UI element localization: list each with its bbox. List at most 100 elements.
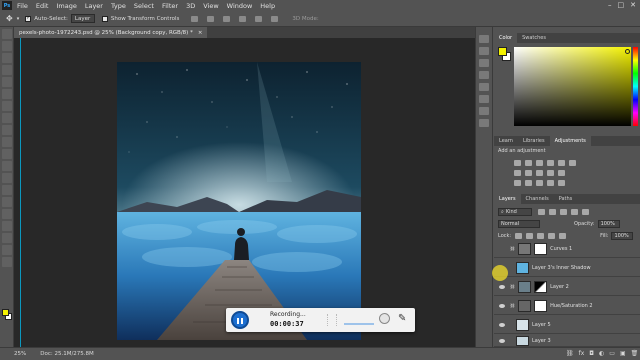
document-tab[interactable]: pexels-photo-1972243.psd @ 25% (Backgrou… xyxy=(14,27,208,38)
visibility-eye-icon[interactable] xyxy=(499,338,505,343)
layer-filter-dropdown[interactable]: ⌕ Kind xyxy=(498,208,532,216)
hue-slider[interactable] xyxy=(633,47,638,126)
menu-file[interactable]: File xyxy=(13,2,32,10)
marquee-tool-icon[interactable] xyxy=(2,41,12,51)
eyedropper-tool-icon[interactable] xyxy=(2,89,12,99)
layer-style-icon[interactable]: fx xyxy=(579,350,585,357)
align-right-icon[interactable] xyxy=(271,15,279,22)
align-bottom-icon[interactable] xyxy=(223,15,231,22)
layer-row-layer-5[interactable]: Layer 5 xyxy=(494,316,640,334)
menu-view[interactable]: View xyxy=(199,2,222,10)
align-left-icon[interactable] xyxy=(239,15,247,22)
lock-all-icon[interactable] xyxy=(559,233,567,239)
move-tool-icon[interactable] xyxy=(2,29,12,39)
brightness-contrast-icon[interactable] xyxy=(514,160,521,166)
color-balance-icon[interactable] xyxy=(514,170,521,176)
color-picker-cursor[interactable] xyxy=(625,49,630,54)
lasso-tool-icon[interactable] xyxy=(2,53,12,63)
type-tool-icon[interactable] xyxy=(2,209,12,219)
brush-settings-icon[interactable] xyxy=(479,59,489,67)
pause-recording-button[interactable] xyxy=(231,311,249,329)
character-icon[interactable] xyxy=(479,71,489,79)
filter-adjustment-icon[interactable] xyxy=(549,209,556,215)
opacity-field[interactable]: 100% xyxy=(597,220,620,228)
healing-tool-icon[interactable] xyxy=(2,101,12,111)
tab-adjustments[interactable]: Adjustments xyxy=(549,136,591,146)
auto-select-dropdown[interactable]: Layer xyxy=(70,14,95,23)
eraser-tool-icon[interactable] xyxy=(2,149,12,159)
close-icon[interactable]: ✕ xyxy=(630,1,636,9)
menu-layer[interactable]: Layer xyxy=(81,2,107,10)
tab-color[interactable]: Color xyxy=(494,33,518,43)
menu-3d[interactable]: 3D xyxy=(182,2,199,10)
menu-filter[interactable]: Filter xyxy=(158,2,182,10)
blend-mode-dropdown[interactable]: Normal xyxy=(498,220,540,228)
brush-tool-icon[interactable] xyxy=(2,113,12,123)
lock-position-icon[interactable] xyxy=(537,233,545,239)
history-brush-icon[interactable] xyxy=(2,137,12,147)
link-layers-icon[interactable]: ⛓ xyxy=(566,350,574,357)
exposure-icon[interactable] xyxy=(547,160,554,166)
lock-pixels-icon[interactable] xyxy=(515,233,523,239)
align-center-icon[interactable] xyxy=(255,15,263,22)
maximize-icon[interactable]: □ xyxy=(618,1,625,9)
fill-field[interactable]: 100% xyxy=(611,232,634,240)
levels-icon[interactable] xyxy=(525,160,532,166)
hand-tool-icon[interactable] xyxy=(2,245,12,255)
lock-paint-icon[interactable] xyxy=(526,233,534,239)
tab-libraries[interactable]: Libraries xyxy=(518,136,550,146)
paragraph-icon[interactable] xyxy=(479,83,489,91)
glyphs-icon[interactable] xyxy=(479,119,489,127)
dodge-tool-icon[interactable] xyxy=(2,185,12,195)
layer-row-curves-1[interactable]: ⛓ Curves 1 xyxy=(494,240,640,258)
blur-tool-icon[interactable] xyxy=(2,173,12,183)
quick-select-tool-icon[interactable] xyxy=(2,65,12,75)
pen-tool-icon[interactable] xyxy=(2,197,12,207)
menu-help[interactable]: Help xyxy=(256,2,279,10)
new-group-icon[interactable]: ▭ xyxy=(609,350,615,357)
black-white-icon[interactable] xyxy=(525,170,532,176)
properties-icon[interactable] xyxy=(479,47,489,55)
filter-shape-icon[interactable] xyxy=(571,209,578,215)
gradient-tool-icon[interactable] xyxy=(2,161,12,171)
filter-pixel-icon[interactable] xyxy=(538,209,545,215)
layer-row-inner-shadow[interactable]: Layer 3's Inner Shadow xyxy=(494,259,640,277)
visibility-eye-icon[interactable] xyxy=(499,303,505,308)
shape-tool-icon[interactable] xyxy=(2,233,12,243)
visibility-eye-icon[interactable] xyxy=(499,322,505,327)
move-tool-icon[interactable]: ✥ xyxy=(6,14,13,23)
tab-channels[interactable]: Channels xyxy=(521,194,554,204)
tab-paths[interactable]: Paths xyxy=(554,194,578,204)
menu-edit[interactable]: Edit xyxy=(32,2,53,10)
lock-artboard-icon[interactable] xyxy=(548,233,556,239)
menu-select[interactable]: Select xyxy=(130,2,158,10)
channel-mixer-icon[interactable] xyxy=(547,170,554,176)
gradient-map-icon[interactable] xyxy=(547,180,554,186)
align-middle-icon[interactable] xyxy=(207,15,215,22)
filter-type-icon[interactable] xyxy=(560,209,567,215)
path-select-tool-icon[interactable] xyxy=(2,221,12,231)
tab-swatches[interactable]: Swatches xyxy=(517,33,551,43)
tab-layers[interactable]: Layers xyxy=(494,194,521,204)
stamp-tool-icon[interactable] xyxy=(2,125,12,135)
selective-color-icon[interactable] xyxy=(558,180,565,186)
info-icon[interactable] xyxy=(479,95,489,103)
photo-filter-icon[interactable] xyxy=(536,170,543,176)
layer-row-layer-3[interactable]: Layer 3 xyxy=(494,335,640,347)
delete-layer-icon[interactable]: 🗑 xyxy=(631,350,639,357)
menu-image[interactable]: Image xyxy=(52,2,80,10)
menu-type[interactable]: Type xyxy=(107,2,130,10)
crop-tool-icon[interactable] xyxy=(2,77,12,87)
actions-icon[interactable] xyxy=(479,107,489,115)
hue-saturation-icon[interactable] xyxy=(569,160,576,166)
add-mask-icon[interactable]: ◘ xyxy=(589,350,594,357)
close-tab-icon[interactable]: × xyxy=(198,30,203,36)
new-layer-icon[interactable]: ▣ xyxy=(620,350,626,357)
vibrance-icon[interactable] xyxy=(558,160,565,166)
minimize-icon[interactable]: – xyxy=(608,1,612,9)
visibility-eye-icon[interactable] xyxy=(499,284,505,289)
document-canvas-image[interactable] xyxy=(117,62,361,340)
pen-draw-icon[interactable]: ✎ xyxy=(398,313,406,324)
history-icon[interactable] xyxy=(479,35,489,43)
zoom-tool-icon[interactable] xyxy=(2,257,12,267)
